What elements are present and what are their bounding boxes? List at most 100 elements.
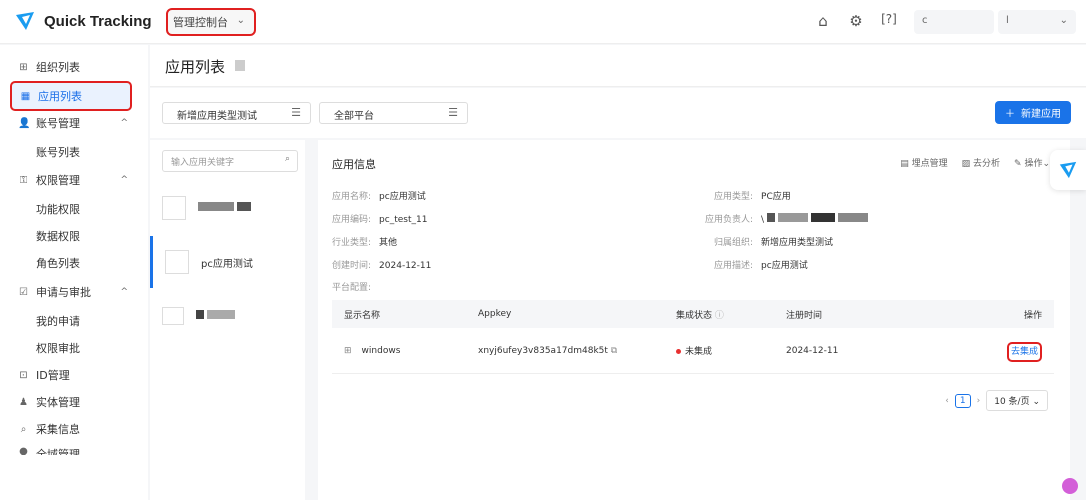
prev-page-icon[interactable]: ‹ (945, 396, 949, 406)
app-thumbnail (165, 250, 189, 274)
search-icon: ⌕ (285, 154, 290, 164)
section-title: 应用信息 (332, 156, 376, 172)
sidebar-item-entity-mgmt[interactable]: ♟实体管理 (10, 389, 132, 415)
label: 权限审批 (36, 340, 80, 356)
label: 全域管理 (36, 446, 80, 455)
chevron-up-icon: ^ (120, 175, 128, 185)
sidebar-item-account-mgmt[interactable]: 👤账号管理^ (10, 110, 132, 136)
value: \ (761, 215, 764, 225)
sidebar-item-function-perm[interactable]: 功能权限 (10, 196, 132, 222)
chevron-down-icon: ⌄ (237, 15, 245, 26)
broken-image-icon (162, 307, 184, 325)
value: windows (362, 346, 401, 356)
label: 采集信息 (36, 421, 80, 437)
label: 申请与审批 (36, 284, 91, 300)
ai-assistant-icon[interactable] (1062, 478, 1078, 494)
col-action: 操作 (976, 308, 1054, 321)
sidebar-item-approval[interactable]: ☑申请与审批^ (10, 279, 132, 305)
help-icon[interactable]: [?] (879, 12, 899, 32)
field-platform-config: 平台配置: (332, 280, 371, 293)
account-label: l (1006, 15, 1009, 26)
sidebar-item-org-list[interactable]: ⊞ 组织列表 (10, 54, 132, 80)
label: 行业类型: (332, 238, 371, 248)
logo[interactable]: Quick Tracking (14, 10, 152, 32)
page-1[interactable]: 1 (955, 394, 971, 408)
label: ID管理 (36, 367, 70, 383)
filter-icon: ☰ (291, 106, 301, 119)
cell-date: 2024-12-11 (786, 346, 976, 356)
cell-action: 去集成 (976, 344, 1054, 357)
label: 新建应用 (1021, 105, 1061, 120)
copy-icon[interactable]: ⧉ (611, 346, 617, 356)
grid-icon: ▦ (20, 91, 31, 102)
redacted-name (196, 310, 235, 322)
app-list-panel: 输入应用关键字⌕ pc应用测试 (150, 140, 305, 500)
label: 应用负责人: (705, 215, 753, 225)
global-icon: ● (18, 446, 29, 455)
sidebar-item-id-mgmt[interactable]: ⊡ ID管理 (10, 362, 132, 388)
app-search-input[interactable]: 输入应用关键字⌕ (162, 150, 298, 172)
app-list-item[interactable] (150, 290, 305, 342)
sidebar-item-collect-info[interactable]: ⌕ 采集信息 (10, 416, 132, 442)
col-date: 注册时间 (786, 308, 976, 321)
windows-icon: ⊞ (344, 346, 352, 356)
collect-icon: ⌕ (18, 424, 29, 435)
label: 权限管理 (36, 172, 80, 188)
label: 全部平台 (334, 111, 374, 122)
cell-status: 未集成 (676, 344, 786, 357)
plus-icon: ＋ (1005, 105, 1015, 120)
sidebar-item-data-perm[interactable]: 数据权限 (10, 223, 132, 249)
analyze-link[interactable]: ▨ 去分析 (962, 156, 1000, 169)
label: 应用描述: (714, 261, 753, 271)
doc-icon[interactable] (235, 60, 245, 71)
sidebar-item-role-list[interactable]: 角色列表 (10, 250, 132, 276)
quick-tracking-logo-icon (1058, 160, 1078, 180)
user-field[interactable]: c (914, 10, 994, 34)
new-app-button[interactable]: ＋ 新建应用 (995, 101, 1071, 124)
quick-tracking-logo-icon (14, 10, 36, 32)
sidebar-item-global-mgmt[interactable]: ● 全域管理 (10, 443, 132, 455)
next-page-icon[interactable]: › (977, 396, 981, 406)
operations-dropdown[interactable]: ✎ 操作⌄ (1014, 156, 1050, 169)
sidebar-item-account-list[interactable]: 账号列表 (10, 139, 132, 165)
org-icon: ⊞ (18, 62, 29, 73)
app-list-item[interactable] (150, 182, 305, 234)
gear-icon[interactable]: ⚙ (846, 12, 866, 32)
sidebar-item-permission-mgmt[interactable]: ⚿权限管理^ (10, 167, 132, 193)
console-dropdown[interactable]: 管理控制台⌄ (166, 8, 256, 36)
label: 操作 (1024, 159, 1042, 169)
sidebar-item-my-requests[interactable]: 我的申请 (10, 308, 132, 334)
app-name: pc应用测试 (201, 255, 253, 270)
floating-assistant-button[interactable] (1050, 150, 1086, 190)
chevron-down-icon: ⌄ (1060, 15, 1068, 26)
id-icon: ⊡ (18, 370, 29, 381)
info-icon[interactable]: ⓘ (715, 311, 724, 321)
value: xnyj6ufey3v835a17dm48k5t (478, 346, 608, 356)
label: 功能权限 (36, 201, 80, 217)
chevron-up-icon: ^ (120, 118, 128, 128)
app-thumbnail (162, 196, 186, 220)
label: 组织列表 (36, 59, 80, 75)
app-type-filter[interactable]: 新增应用类型测试☰ (162, 102, 311, 124)
label: 数据权限 (36, 228, 80, 244)
col-appkey: Appkey (478, 309, 676, 319)
integrate-link[interactable]: 去集成 (1007, 342, 1042, 362)
field-app-code: 应用编码:pc_test_11 (332, 212, 427, 225)
label: 10 条/页 (994, 397, 1029, 407)
sidebar-item-app-list[interactable]: ▦应用列表 (10, 81, 132, 111)
chevron-up-icon: ^ (120, 287, 128, 297)
tracking-mgmt-link[interactable]: ▤ 埋点管理 (900, 156, 947, 169)
field-org: 归属组织:新增应用类型测试 (714, 235, 833, 248)
status-dot (676, 349, 681, 354)
account-dropdown[interactable]: l⌄ (998, 10, 1076, 34)
app-list-item-selected[interactable]: pc应用测试 (150, 236, 305, 288)
platform-filter[interactable]: 全部平台☰ (319, 102, 468, 124)
label: 应用名称: (332, 192, 371, 202)
field-desc: 应用描述:pc应用测试 (714, 258, 808, 271)
page-title: 应用列表 (165, 56, 225, 77)
col-status: 集成状态 ⓘ (676, 308, 786, 321)
home-icon[interactable]: ⌂ (813, 12, 833, 32)
sidebar-item-perm-approval[interactable]: 权限审批 (10, 335, 132, 361)
page-size-select[interactable]: 10 条/页 ⌄ (986, 390, 1048, 411)
page-header: 应用列表 (150, 45, 1086, 87)
